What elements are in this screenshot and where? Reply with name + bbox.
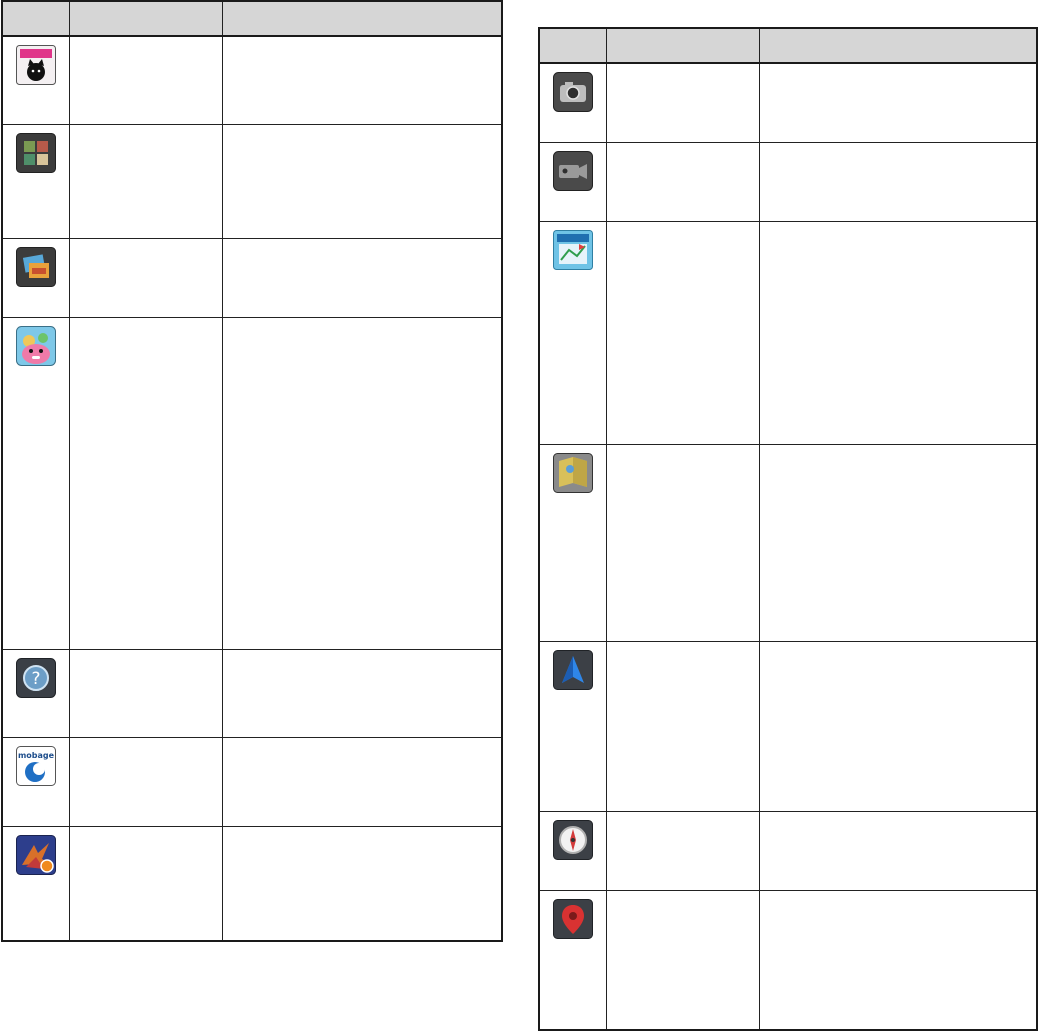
table-row: ? [1, 648, 503, 738]
name-cell [68, 35, 223, 125]
table-row [538, 640, 1038, 812]
icon-cell [538, 443, 607, 642]
name-cell [605, 889, 760, 1031]
icon-cell [538, 810, 607, 891]
table-row [538, 220, 1038, 445]
app-list-table-right [538, 27, 1038, 1031]
name-cell [605, 640, 760, 812]
photo-collage-app-icon [15, 132, 56, 173]
description-cell [221, 736, 503, 827]
svg-text:?: ? [31, 669, 40, 689]
description-cell [221, 35, 503, 125]
name-cell [68, 316, 223, 650]
name-cell [605, 220, 760, 445]
map-app-icon [552, 229, 593, 270]
description-cell [758, 62, 1038, 143]
icon-cell [1, 316, 70, 650]
description-cell [221, 825, 503, 942]
table-row [1, 35, 503, 125]
map-pin-app-icon [552, 898, 593, 939]
icon-cell [1, 35, 70, 125]
table-row [1, 123, 503, 239]
table-header-row [1, 0, 503, 37]
description-cell [758, 141, 1038, 222]
header-description-cell [221, 0, 503, 37]
gallery-app-icon [15, 246, 56, 287]
description-cell [758, 810, 1038, 891]
table-header-row [538, 27, 1038, 64]
table-row [1, 316, 503, 650]
svg-text:mobage: mobage [18, 751, 55, 760]
header-name-cell [605, 27, 760, 64]
icon-cell [1, 237, 70, 318]
header-icon-cell [538, 27, 607, 64]
table-row [1, 237, 503, 318]
name-cell [605, 62, 760, 143]
icon-cell [538, 889, 607, 1031]
description-cell [221, 316, 503, 650]
icon-cell: mobage [1, 736, 70, 827]
header-name-cell [68, 0, 223, 37]
video-camera-app-icon [552, 150, 593, 191]
name-cell [68, 237, 223, 318]
table-row [1, 825, 503, 942]
icon-cell [538, 220, 607, 445]
name-cell [68, 648, 223, 738]
help-question-app-icon: ? [15, 657, 56, 698]
table-row [538, 62, 1038, 143]
description-cell [221, 123, 503, 239]
compass-app-icon [552, 819, 593, 860]
description-cell [758, 443, 1038, 642]
name-cell [68, 736, 223, 827]
icon-cell: ? [1, 648, 70, 738]
description-cell [758, 640, 1038, 812]
table-row [538, 889, 1038, 1031]
table-row [538, 141, 1038, 222]
dragon-game-app-icon [15, 834, 56, 875]
app-list-table-left: ? mobage [1, 0, 503, 942]
mobage-app-icon: mobage [15, 745, 56, 786]
name-cell [605, 141, 760, 222]
navigation-arrow-app-icon [552, 649, 593, 690]
icon-cell [538, 640, 607, 812]
icon-cell [538, 62, 607, 143]
table-row: mobage [1, 736, 503, 827]
orista-cat-app-icon [15, 45, 56, 85]
description-cell [221, 648, 503, 738]
name-cell [68, 123, 223, 239]
photo-map-app-icon [552, 452, 593, 493]
description-cell [758, 889, 1038, 1031]
name-cell [605, 810, 760, 891]
header-icon-cell [1, 0, 70, 37]
table-row [538, 810, 1038, 891]
icon-cell [1, 825, 70, 942]
name-cell [68, 825, 223, 942]
description-cell [758, 220, 1038, 445]
pink-monster-app-icon [15, 325, 56, 366]
description-cell [221, 237, 503, 318]
table-row [538, 443, 1038, 642]
camera-app-icon [552, 72, 593, 112]
header-description-cell [758, 27, 1038, 64]
icon-cell [538, 141, 607, 222]
name-cell [605, 443, 760, 642]
icon-cell [1, 123, 70, 239]
